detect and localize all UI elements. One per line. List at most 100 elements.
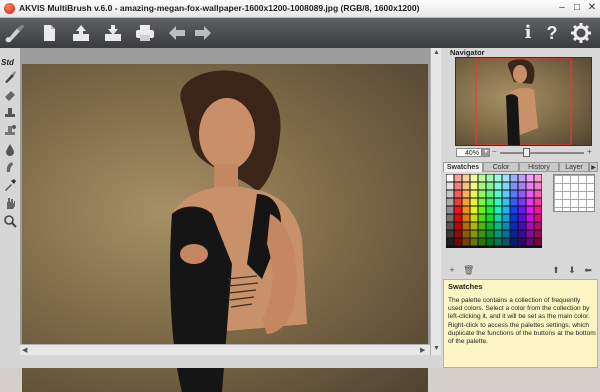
swatch-cell[interactable] — [454, 174, 462, 182]
tab-layer[interactable]: Layer — [559, 162, 589, 172]
swatch-cell[interactable] — [446, 206, 454, 214]
blur-tool[interactable] — [3, 142, 17, 156]
scroll-left-icon[interactable]: ◀ — [22, 346, 27, 354]
help-button[interactable]: ? — [544, 22, 560, 44]
custom-swatch-grid[interactable] — [553, 174, 595, 212]
clone-stamp-tool[interactable] — [3, 106, 17, 120]
swatch-cell[interactable] — [486, 182, 494, 190]
maximize-button[interactable]: □ — [570, 1, 584, 15]
swatch-cell[interactable] — [462, 190, 470, 198]
swatch-cell[interactable] — [510, 182, 518, 190]
scroll-up-icon[interactable]: ▲ — [433, 49, 440, 56]
swatch-cell[interactable] — [486, 230, 494, 238]
swatch-cell[interactable] — [486, 190, 494, 198]
smudge-tool[interactable] — [3, 160, 17, 174]
swatch-cell[interactable] — [454, 190, 462, 198]
scroll-down-icon[interactable]: ▼ — [433, 345, 440, 352]
zoom-slider-handle[interactable] — [523, 148, 530, 157]
swatch-cell[interactable] — [494, 222, 502, 230]
swatch-cell[interactable] — [534, 206, 542, 214]
swatch-cell[interactable] — [478, 174, 486, 182]
swatch-cell[interactable] — [478, 238, 486, 246]
swatch-cell[interactable] — [502, 238, 510, 246]
swatch-cell[interactable] — [446, 214, 454, 222]
mode-label[interactable]: Std — [1, 58, 14, 67]
eyedropper-tool[interactable] — [3, 178, 17, 192]
swatch-cell[interactable] — [486, 214, 494, 222]
swatch-cell[interactable] — [494, 198, 502, 206]
swatch-cell[interactable] — [470, 222, 478, 230]
swatch-cell[interactable] — [478, 206, 486, 214]
swatch-cell[interactable] — [486, 238, 494, 246]
zoom-tool[interactable] — [3, 214, 17, 228]
swatch-cell[interactable] — [494, 174, 502, 182]
swatch-cell[interactable] — [526, 222, 534, 230]
swatch-cell[interactable] — [478, 182, 486, 190]
swatch-cell[interactable] — [518, 206, 526, 214]
swatch-cell[interactable] — [478, 230, 486, 238]
swatch-cell[interactable] — [526, 174, 534, 182]
print-button[interactable] — [134, 22, 156, 44]
swatch-cell[interactable] — [446, 198, 454, 206]
swatch-cell[interactable] — [446, 238, 454, 246]
swatch-cell[interactable] — [502, 214, 510, 222]
swatch-cell[interactable] — [502, 190, 510, 198]
delete-swatch-icon[interactable]: 🗑 — [463, 265, 474, 275]
swatch-cell[interactable] — [454, 230, 462, 238]
swatch-cell[interactable] — [526, 214, 534, 222]
swatch-cell[interactable] — [510, 238, 518, 246]
swatch-cell[interactable] — [534, 198, 542, 206]
swatch-cell[interactable] — [534, 214, 542, 222]
scroll-right-icon[interactable]: ▶ — [420, 346, 425, 354]
swatch-cell[interactable] — [526, 198, 534, 206]
swatch-cell[interactable] — [462, 230, 470, 238]
swatch-cell[interactable] — [446, 190, 454, 198]
tab-color[interactable]: Color — [483, 162, 519, 172]
swatch-cell[interactable] — [502, 206, 510, 214]
swatch-cell[interactable] — [470, 190, 478, 198]
swatch-cell[interactable] — [462, 222, 470, 230]
swatch-cell[interactable] — [494, 214, 502, 222]
swatch-cell[interactable] — [494, 190, 502, 198]
zoom-dropdown-button[interactable]: ▼ — [482, 148, 490, 157]
swatch-cell[interactable] — [518, 230, 526, 238]
swatch-cell[interactable] — [486, 206, 494, 214]
swatch-cell[interactable] — [510, 230, 518, 238]
swatch-cell[interactable] — [502, 230, 510, 238]
swatch-cell[interactable] — [534, 222, 542, 230]
swatch-cell[interactable] — [446, 222, 454, 230]
swatch-cell[interactable] — [470, 198, 478, 206]
swatch-cell[interactable] — [454, 182, 462, 190]
swatch-cell[interactable] — [518, 182, 526, 190]
brush-tool[interactable] — [3, 70, 17, 84]
swatch-cell[interactable] — [470, 174, 478, 182]
swatch-cell[interactable] — [462, 198, 470, 206]
swatch-cell[interactable] — [510, 206, 518, 214]
swatch-cell[interactable] — [462, 238, 470, 246]
tab-history[interactable]: History — [519, 162, 559, 172]
swatch-cell[interactable] — [462, 214, 470, 222]
eraser-tool[interactable] — [3, 88, 17, 102]
save-file-button[interactable] — [102, 22, 124, 44]
healing-tool[interactable] — [3, 124, 17, 138]
swatch-cell[interactable] — [510, 190, 518, 198]
swatch-cell[interactable] — [502, 198, 510, 206]
swatch-cell[interactable] — [462, 174, 470, 182]
swatch-cell[interactable] — [518, 174, 526, 182]
swatch-cell[interactable] — [534, 238, 542, 246]
swatch-cell[interactable] — [518, 190, 526, 198]
swatch-cell[interactable] — [454, 238, 462, 246]
swatch-cell[interactable] — [510, 214, 518, 222]
zoom-out-button[interactable]: − — [492, 147, 497, 156]
swatch-cell[interactable] — [526, 182, 534, 190]
swatch-cell[interactable] — [478, 222, 486, 230]
swatch-cell[interactable] — [470, 230, 478, 238]
swatch-cell[interactable] — [494, 230, 502, 238]
swatch-cell[interactable] — [518, 198, 526, 206]
swatch-cell[interactable] — [502, 222, 510, 230]
undo-button[interactable] — [166, 22, 188, 44]
swatch-cell[interactable] — [462, 182, 470, 190]
new-file-button[interactable] — [38, 22, 60, 44]
swatch-cell[interactable] — [486, 198, 494, 206]
swatch-cell[interactable] — [526, 206, 534, 214]
